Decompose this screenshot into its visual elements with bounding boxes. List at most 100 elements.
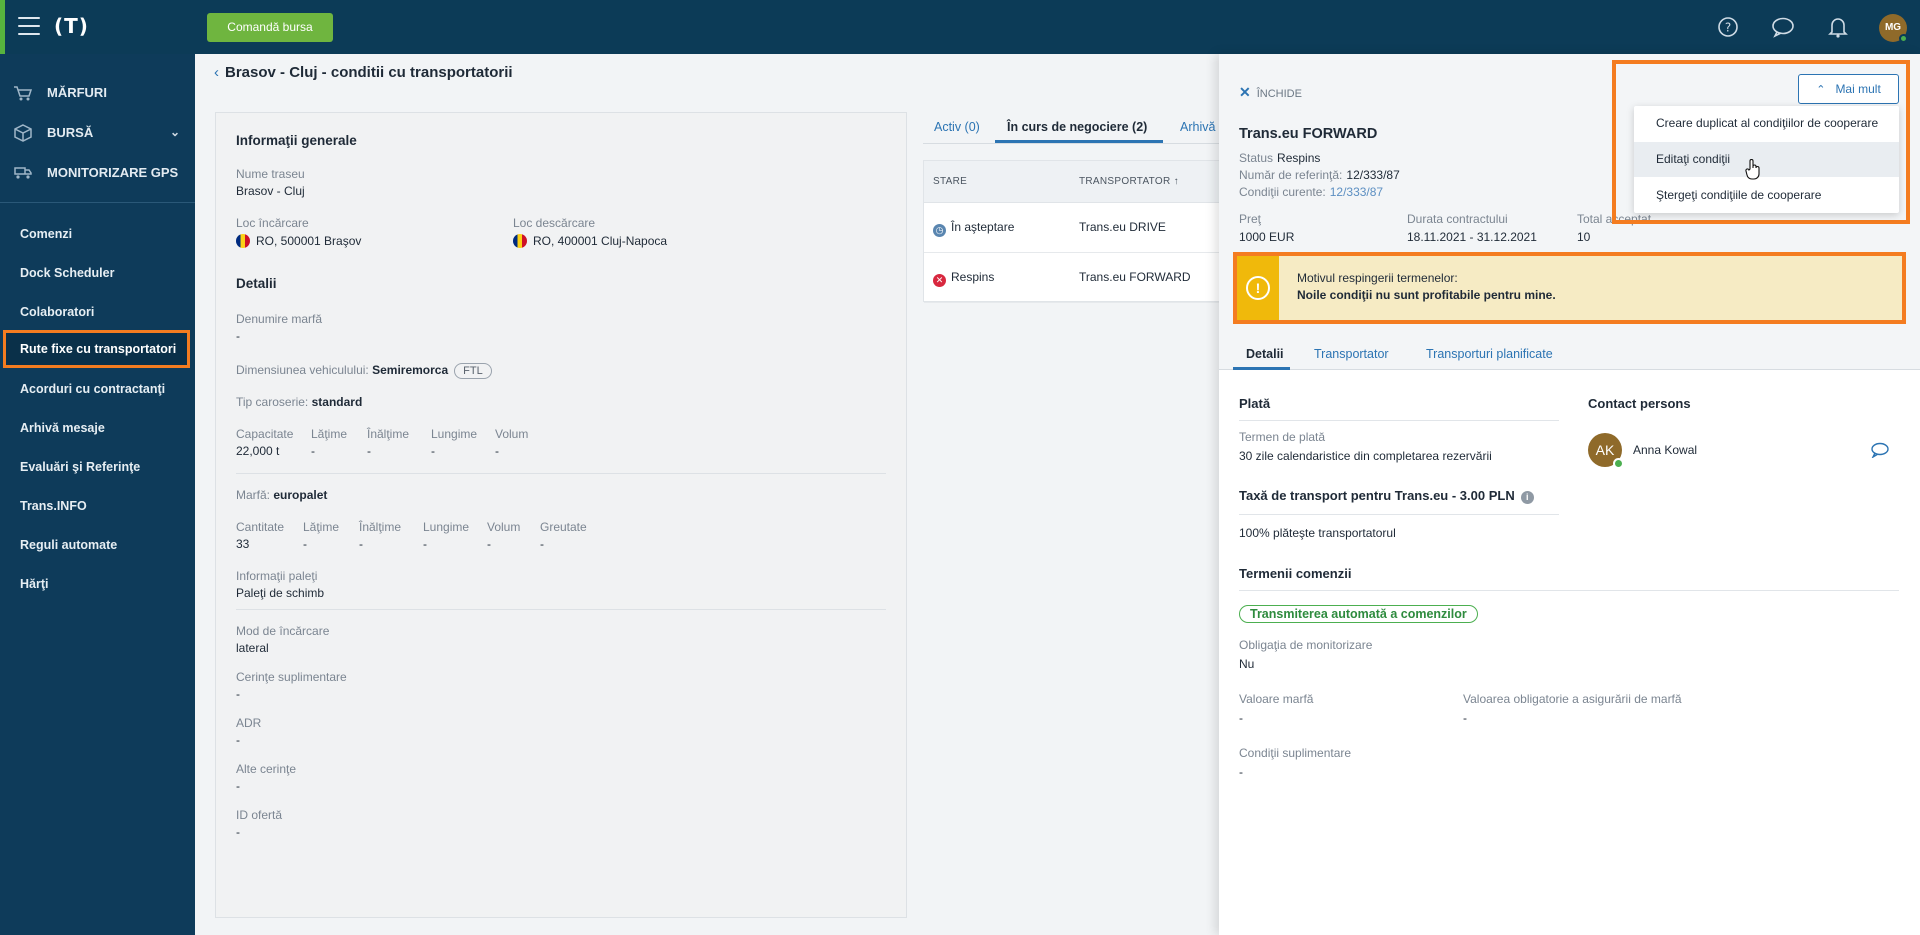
sidebar-item-contractor-agreements[interactable]: Acorduri cu contractanţi <box>0 370 195 408</box>
sidebar-item-fixed-routes[interactable]: Rute fixe cu transportatori <box>3 330 190 368</box>
route-info-card: Informaţii generale Nume traseu Brasov -… <box>215 112 907 918</box>
logo[interactable]: (T) <box>54 14 89 38</box>
tab-archive[interactable]: Arhivă <box>1180 120 1215 134</box>
additional-conditions-label: Condiţii suplimentare <box>1239 746 1352 760</box>
section-divider <box>1239 514 1559 515</box>
offer-id-value: - <box>236 825 240 839</box>
active-tab-indicator <box>995 140 1163 143</box>
carriers-table: STARE TRANSPORTATOR ↑ ◷ În aşteptare Tran… <box>923 160 1223 303</box>
pallets-value: Paleţi de schimb <box>236 586 325 600</box>
total-accepted-value: 10 <box>1577 230 1591 244</box>
accent-strip <box>0 0 5 54</box>
volume-value: - <box>495 444 499 458</box>
chevron-down-icon[interactable]: ⌄ <box>170 125 180 139</box>
tab-planned-transports[interactable]: Transporturi planificate <box>1426 347 1553 361</box>
chat-icon[interactable] <box>1870 442 1890 458</box>
more-dropdown-menu: Creare duplicat al condiţiilor de cooper… <box>1634 106 1899 213</box>
sidebar-item-ratings[interactable]: Evaluări şi Referinţe <box>0 448 195 486</box>
monitoring-label: Obligaţia de monitorizare <box>1239 638 1373 652</box>
extra-requirements-label: Cerinţe suplimentare <box>236 670 347 684</box>
sidebar-main-label: MONITORIZARE GPS <box>47 165 179 180</box>
svg-text:?: ? <box>1725 21 1731 35</box>
rejection-banner: ! Motivul respingerii termenelor: Noile … <box>1233 252 1906 324</box>
romania-flag-icon <box>513 234 527 248</box>
current-conditions-field: Condiţii curente: 12/333/87 <box>1239 185 1384 199</box>
body-type: Tip caroserie: standard <box>236 395 363 409</box>
auto-transmission-tag: Transmiterea automată a comenzilor <box>1239 605 1478 623</box>
close-icon[interactable]: ✕ <box>1239 84 1251 100</box>
vehicle-size: Dimensiunea vehiculului: Semiremorca FTL <box>236 363 492 379</box>
loading-place-label: Loc încărcare <box>236 216 309 230</box>
route-name-value: Brasov - Cluj <box>236 184 305 198</box>
cart-icon <box>14 86 33 101</box>
sidebar-item-dock-scheduler[interactable]: Dock Scheduler <box>0 254 195 292</box>
chevron-left-icon[interactable]: ‹ <box>214 64 219 81</box>
menu-item-edit-conditions[interactable]: Editaţi condiţii <box>1634 142 1899 177</box>
goods-value-value: - <box>1239 711 1243 725</box>
sidebar-divider <box>0 202 195 203</box>
goods-name-value: - <box>236 329 240 343</box>
chat-icon[interactable] <box>1770 14 1796 40</box>
column-status[interactable]: STARE <box>933 176 967 187</box>
bell-icon[interactable] <box>1825 14 1851 40</box>
section-divider <box>236 609 886 610</box>
top-bar: (T) Comandă bursa ? MG <box>0 0 1920 54</box>
additional-conditions-value: - <box>1239 765 1243 779</box>
table-row[interactable]: ◷ În aşteptare Trans.eu DRIVE <box>924 203 1222 253</box>
reference-field: Număr de referinţă: 12/333/87 <box>1239 168 1400 182</box>
details-heading: Detalii <box>236 276 277 291</box>
capacity-value: 22,000 t <box>236 444 280 458</box>
adr-label: ADR <box>236 716 262 730</box>
current-conditions-link[interactable]: 12/333/87 <box>1330 185 1383 199</box>
status-cell: ◷ În aşteptare <box>933 220 1014 237</box>
menu-item-duplicate-conditions[interactable]: Creare duplicat al condiţiilor de cooper… <box>1634 106 1899 141</box>
user-avatar[interactable]: MG <box>1879 14 1908 43</box>
sidebar-item-gps[interactable]: MONITORIZARE GPS <box>0 153 195 193</box>
sidebar-item-orders[interactable]: Comenzi <box>0 215 195 253</box>
contact-avatar: AK <box>1588 433 1624 469</box>
contact-persons-heading: Contact persons <box>1588 396 1691 411</box>
tab-active[interactable]: Activ (0) <box>934 120 980 134</box>
table-row[interactable]: ✕ Respins Trans.eu FORWARD <box>924 253 1222 303</box>
loading-place-value: RO, 500001 Braşov <box>236 234 361 248</box>
exchange-order-button[interactable]: Comandă bursa <box>207 13 333 42</box>
sidebar-item-collaborators[interactable]: Colaboratori <box>0 293 195 331</box>
page-title: ‹ Brasov - Cluj - conditii cu transportat… <box>214 64 513 81</box>
length-value: - <box>431 444 435 458</box>
payment-term-label: Termen de plată <box>1239 430 1326 444</box>
goods-type: Marfă: europalet <box>236 488 328 502</box>
volume-value: - <box>487 537 491 551</box>
tab-negotiating[interactable]: În curs de negociere (2) <box>1007 120 1147 134</box>
sidebar-item-maps[interactable]: Hărţi <box>0 565 195 603</box>
offer-id-label: ID ofertă <box>236 808 283 822</box>
hamburger-menu-icon[interactable] <box>18 17 40 35</box>
sidebar: MĂRFURI BURSĂ ⌄ MONITORIZARE GPS Comenzi… <box>0 54 195 935</box>
length-value: - <box>423 537 427 551</box>
loading-mode-label: Mod de încărcare <box>236 624 330 638</box>
unloading-place-label: Loc descărcare <box>513 216 596 230</box>
height-header: Înălţime <box>359 520 402 534</box>
weight-header: Greutate <box>540 520 587 534</box>
general-info-heading: Informaţii generale <box>236 133 357 148</box>
info-icon[interactable]: i <box>1520 491 1534 504</box>
box-icon <box>14 124 32 142</box>
gps-truck-icon <box>14 167 32 179</box>
insurance-label: Valoarea obligatorie a asigurării de mar… <box>1463 692 1682 706</box>
close-button[interactable]: ✕ ÎNCHIDE <box>1239 84 1302 101</box>
help-icon[interactable]: ? <box>1715 14 1741 40</box>
menu-item-delete-conditions[interactable]: Ştergeţi condiţiile de cooperare <box>1634 178 1899 213</box>
more-button[interactable]: ⌃ Mai mult <box>1798 74 1899 104</box>
sidebar-item-goods[interactable]: MĂRFURI <box>0 73 195 113</box>
sidebar-main-label: MĂRFURI <box>47 85 107 100</box>
sidebar-item-trans-info[interactable]: Trans.INFO <box>0 487 195 525</box>
clock-icon: ◷ <box>933 224 946 237</box>
sidebar-item-auto-rules[interactable]: Reguli automate <box>0 526 195 564</box>
sidebar-item-message-archive[interactable]: Arhivă mesaje <box>0 409 195 447</box>
insurance-value: - <box>1463 711 1467 725</box>
column-carrier[interactable]: TRANSPORTATOR ↑ <box>1079 176 1179 187</box>
fee-heading: Taxă de transport pentru Trans.eu - 3.00… <box>1239 488 1534 504</box>
tab-carrier[interactable]: Transportator <box>1314 347 1389 361</box>
tab-details[interactable]: Detalii <box>1246 347 1284 361</box>
goods-value-label: Valoare marfă <box>1239 692 1314 706</box>
sidebar-item-exchange[interactable]: BURSĂ ⌄ <box>0 113 195 153</box>
